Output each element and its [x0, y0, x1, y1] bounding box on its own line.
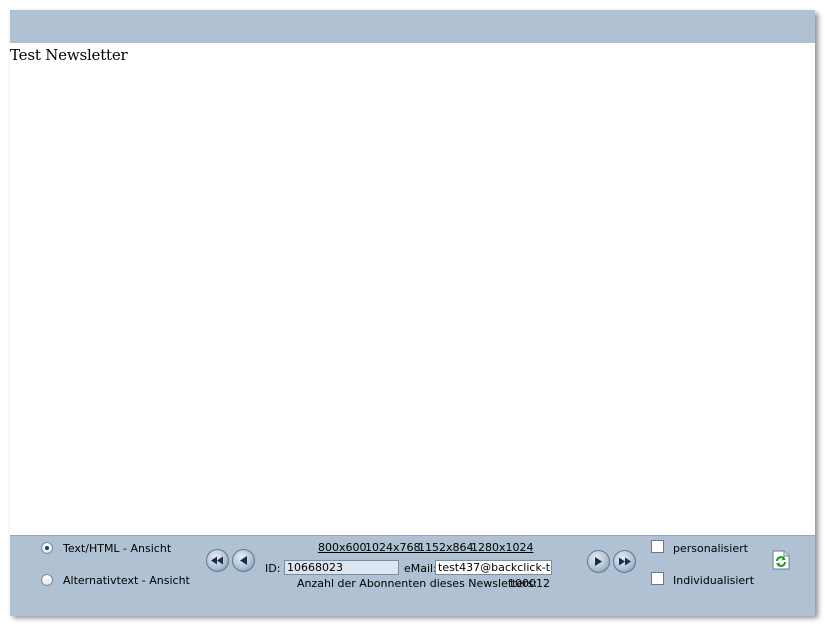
first-button[interactable] — [206, 549, 229, 572]
alternative-text-view-label: Alternativtext - Ansicht — [63, 574, 190, 587]
last-button[interactable] — [613, 550, 636, 573]
resolution-link-1024x768[interactable]: 1024x768 — [365, 541, 421, 554]
subscriber-count-label: Anzahl der Abonnenten dieses Newsletters… — [297, 577, 538, 590]
newsletter-preview-window: Test Newsletter Text/HTML - Ansicht Alte… — [10, 10, 815, 616]
radio-alternative-text-view[interactable] — [41, 574, 53, 586]
id-field[interactable]: 10668023 — [284, 560, 399, 575]
resolution-link-1152x864[interactable]: 1152x864 — [418, 541, 474, 554]
individualized-label: Individualisiert — [673, 574, 755, 587]
email-label: eMail: — [404, 562, 437, 575]
refresh-icon — [772, 550, 790, 570]
resolution-link-800x600[interactable]: 800x600 — [318, 541, 367, 554]
individualized-checkbox[interactable] — [651, 572, 664, 585]
radio-text-html-view[interactable] — [41, 542, 53, 554]
refresh-button[interactable] — [772, 550, 790, 570]
next-icon — [595, 557, 602, 566]
rewind-icon — [211, 556, 223, 565]
previous-button[interactable] — [232, 549, 255, 572]
newsletter-title: Test Newsletter — [10, 46, 128, 64]
control-bar: Text/HTML - Ansicht Alternativtext - Ans… — [10, 535, 815, 616]
top-bar — [10, 10, 815, 43]
prev-icon — [240, 556, 247, 565]
id-label: ID: — [265, 562, 281, 575]
personalized-label: personalisiert — [673, 542, 748, 555]
email-field[interactable]: test437@backclick-test.c — [435, 560, 552, 575]
next-button[interactable] — [587, 550, 610, 573]
fast-forward-icon — [619, 557, 631, 566]
text-html-view-label: Text/HTML - Ansicht — [63, 542, 172, 555]
resolution-link-1280x1024[interactable]: 1280x1024 — [471, 541, 534, 554]
newsletter-content: Test Newsletter — [10, 43, 815, 535]
subscriber-count-value: 100012 — [508, 577, 550, 590]
personalized-checkbox[interactable] — [651, 540, 664, 553]
